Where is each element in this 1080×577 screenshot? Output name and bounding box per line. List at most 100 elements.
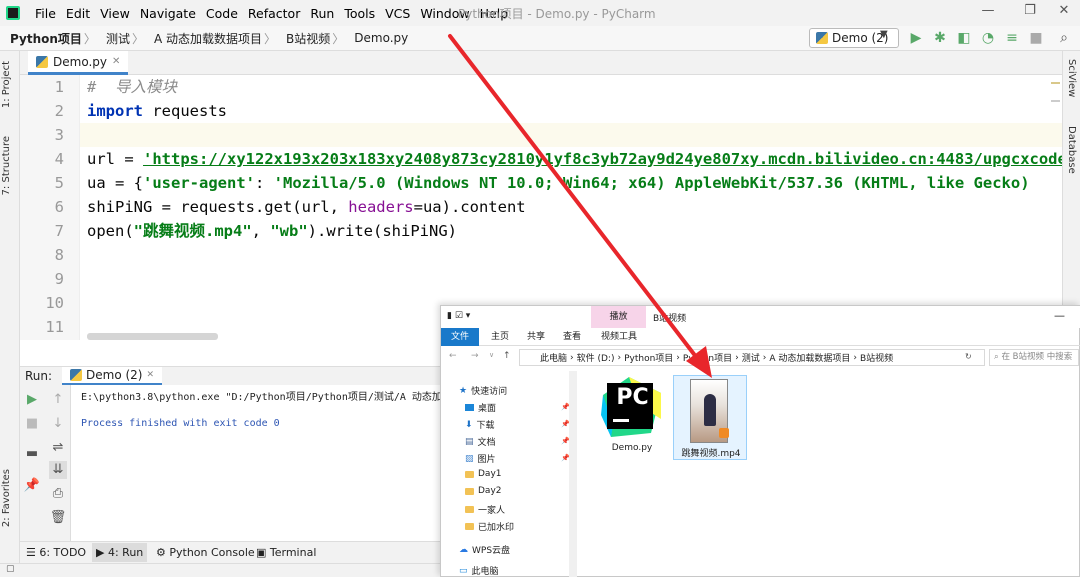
path-segment[interactable]: 测试 [742,351,760,364]
tab-project[interactable]: 1: Project [1,61,12,108]
nav-pictures[interactable]: ▨ 图片 [465,452,496,466]
menu-code[interactable]: Code [201,6,243,21]
menu-refactor[interactable]: Refactor [243,6,305,21]
tab-sciview[interactable]: SciView [1066,59,1077,97]
pin-icon[interactable]: 📌 [23,477,41,495]
nav-downloads[interactable]: ⬇ 下载 [465,418,495,432]
rerun-icon[interactable]: ▶ [23,391,41,409]
tab-demo-py[interactable]: Demo.py ✕ [28,51,129,75]
nav-this-pc[interactable]: ▭ 此电脑 [459,564,499,577]
close-tab-icon[interactable]: ✕ [146,370,154,380]
arrow-down-icon[interactable]: ↓ [49,415,67,433]
close-icon[interactable]: ✕ [1054,3,1074,18]
folder-icon [465,470,474,478]
search-placeholder: 在 B站视频 中搜索 [1001,352,1073,362]
close-tab-icon[interactable]: ✕ [112,56,120,67]
up-arrow-icon[interactable]: ↑ [503,351,511,361]
ribbon-tab-view[interactable]: 查看 [555,328,589,346]
status-toggle-icon[interactable]: ▢ [6,564,15,574]
menu-run[interactable]: Run [305,6,339,21]
context-tab-play[interactable]: 播放 [591,306,646,328]
search-everywhere-icon[interactable]: ⌕ [1056,30,1072,46]
console-command-line: E:\python3.8\python.exe "D:/Python项目/Pyt… [81,392,440,403]
tab-terminal[interactable]: ▣ Terminal [256,546,316,559]
ribbon-tab-home[interactable]: 主页 [483,328,517,346]
run-tab-label: Demo (2) [86,368,143,382]
coverage-icon[interactable]: ◧ [956,30,972,46]
warning-stripe[interactable] [1051,82,1060,84]
path-segment[interactable]: 软件 (D:) [577,351,615,364]
tab-database[interactable]: Database [1066,126,1077,174]
tab-todo[interactable]: ☰ 6: TODO [26,546,86,559]
tab-favorites[interactable]: 2: Favorites [1,469,12,527]
menu-view[interactable]: View [95,6,135,21]
menu-tools[interactable]: Tools [339,6,380,21]
ribbon-tab-video-tools[interactable]: 视频工具 [593,328,645,346]
stop-icon[interactable]: ■ [1028,30,1044,46]
breadcrumb-folder[interactable]: A 动态加载数据项目 [144,30,264,47]
menu-navigate[interactable]: Navigate [135,6,201,21]
nav-folder-day1[interactable]: Day1 [465,469,502,479]
ribbon-tab-share[interactable]: 共享 [519,328,553,346]
code-editor[interactable]: # 导入模块 import requests url = 'https://xy… [80,75,1062,340]
nav-pane-scrollbar[interactable] [569,371,577,577]
nav-documents[interactable]: ▤ 文档 [465,435,496,449]
path-segment[interactable]: Python项目 [624,351,673,364]
menu-edit[interactable]: Edit [61,6,95,21]
ribbon-tab-file[interactable]: 文件 [441,328,479,346]
path-chevron-icon: › [617,352,622,363]
file-demo-py[interactable]: PC Demo.py [595,375,669,460]
quick-access-toolbar-icon[interactable]: ▮ ☑ ▾ [447,311,470,321]
debug-icon[interactable]: ✱ [932,30,948,46]
file-dance-video[interactable]: 跳舞视频.mp4 [673,375,747,460]
nav-quick-access[interactable]: ★ 快速访问 [459,384,507,398]
restore-icon[interactable]: ❐ [1020,3,1040,18]
layout-icon[interactable]: ▬ [23,445,41,463]
forward-arrow-icon[interactable]: → [471,351,479,361]
profile-icon[interactable]: ◔ [980,30,996,46]
scroll-to-end-icon[interactable]: ⇊ [49,461,67,479]
scroll-marker[interactable] [1051,100,1060,102]
line-number: 11 [45,318,64,336]
back-arrow-icon[interactable]: ← [449,351,457,361]
nav-wps-cloud[interactable]: ☁ WPS云盘 [459,543,510,557]
path-segment[interactable]: Python项目 [683,351,732,364]
trash-icon[interactable]: 🗑 [49,509,67,527]
stop-icon[interactable]: ■ [23,415,41,433]
horizontal-scrollbar[interactable] [87,333,218,340]
run-tab-demo[interactable]: Demo (2) ✕ [62,367,163,386]
run-icon[interactable]: ▶ [908,30,924,46]
python-file-icon [70,369,82,381]
nav-folder-watermarked[interactable]: 已加水印 [465,520,514,533]
arrow-up-icon[interactable]: ↑ [49,391,67,409]
breadcrumb-folder[interactable]: B站视频 [276,30,332,47]
chevron-down-icon[interactable]: ∨ [489,351,494,359]
pycharm-icon-letters: PC [607,383,653,429]
nav-folder-day2[interactable]: Day2 [465,486,502,496]
menu-vcs[interactable]: VCS [380,6,415,21]
nav-desktop[interactable]: 桌面 [465,401,496,414]
concurrency-icon[interactable]: ≡ [1004,30,1020,46]
breadcrumb-project[interactable]: Python项目 [0,30,84,47]
tab-python-console[interactable]: ⚙ Python Console [156,546,255,559]
minimize-icon[interactable]: — [1054,309,1065,322]
tab-structure[interactable]: 7: Structure [1,136,12,195]
search-input[interactable]: ⌕ 在 B站视频 中搜索 [989,349,1079,366]
path-segment[interactable]: B站视频 [860,351,893,364]
file-name: 跳舞视频.mp4 [681,449,741,459]
address-bar[interactable]: 此电脑 › 软件 (D:) › Python项目 › Python项目 › 测试 › A … [519,349,985,366]
line-number: 2 [54,102,64,120]
soft-wrap-icon[interactable]: ⇌ [49,439,67,457]
breadcrumb-folder[interactable]: 测试 [96,30,132,47]
nav-folder-family[interactable]: 一家人 [465,503,505,516]
path-segment[interactable]: A 动态加载数据项目 [769,351,850,364]
chevron-down-icon[interactable]: ▼ [880,29,888,40]
minimize-icon[interactable]: — [978,3,998,18]
console-output[interactable]: E:\python3.8\python.exe "D:/Python项目/Pyt… [71,385,440,541]
refresh-icon[interactable]: ↻ [965,352,972,361]
print-icon[interactable]: ⎙ [49,485,67,503]
breadcrumb-file[interactable]: Demo.py [344,31,410,45]
path-segment[interactable]: 此电脑 [540,351,567,364]
tab-run[interactable]: ▶ 4: Run [92,543,148,562]
menu-file[interactable]: File [30,6,61,21]
